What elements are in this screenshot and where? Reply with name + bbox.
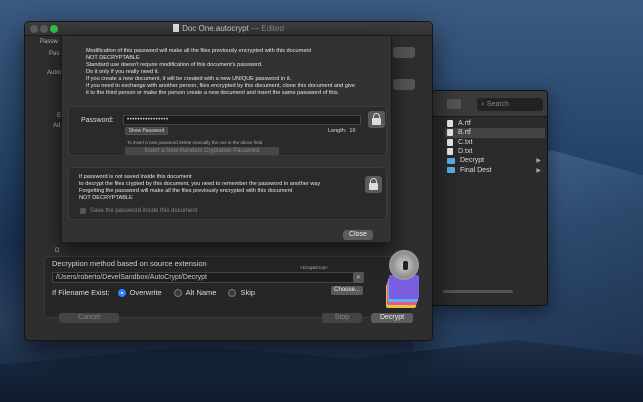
warning-line: NOT DECRYPTABLE xyxy=(79,195,133,201)
file-icon xyxy=(447,148,453,156)
app-icon-lock xyxy=(389,250,419,280)
length-value: 16 xyxy=(349,128,356,134)
finder-window[interactable]: ⌕ Search A.rtf B.rtf C.txt D.txt Decrypt… xyxy=(432,90,548,306)
titlebar[interactable]: Doc One.autocrypt — Edited xyxy=(25,22,432,36)
window-title-text: Doc One.autocrypt xyxy=(182,24,249,33)
if-exist-row: If Filename Exist: Overwrite Alt Name Sk… xyxy=(52,288,255,297)
folder-icon xyxy=(447,157,455,164)
destination-path-field[interactable]: /Users/roberto/DevelSandbox/AutoCrypt/De… xyxy=(52,272,355,283)
folder-icon xyxy=(447,167,455,174)
length-label: Length: xyxy=(328,128,347,134)
info-line: If you need to exchange with another per… xyxy=(86,83,355,89)
finder-item-label: Decrypt xyxy=(460,157,485,165)
edited-label: — Edited xyxy=(251,24,284,33)
password-info-text: Modification of this password will make … xyxy=(74,40,385,106)
finder-item[interactable]: D.txt xyxy=(445,147,545,156)
warning-line: to decrypt the files crypted by this doc… xyxy=(79,181,321,187)
save-password-row[interactable]: Save the password inside this document xyxy=(80,208,197,214)
password-label: Password: xyxy=(81,117,114,124)
finder-view-button[interactable] xyxy=(447,99,461,109)
finder-item-label: C.txt xyxy=(458,138,473,146)
finder-item-label: Final Dest xyxy=(460,166,492,174)
password-field[interactable]: •••••••••••••••• xyxy=(123,115,361,125)
radio-alt-name[interactable] xyxy=(173,288,182,297)
finder-scrollbar[interactable] xyxy=(443,290,513,293)
finder-item-label: D.txt xyxy=(458,148,473,156)
warning-line: Forgetting the password will make all th… xyxy=(79,188,293,194)
chevron-right-icon: ▶ xyxy=(536,158,541,165)
radio-skip-label[interactable]: Skip xyxy=(240,288,255,297)
file-icon xyxy=(447,129,453,137)
finder-file-list: A.rtf B.rtf C.txt D.txt Decrypt ▶ Final D… xyxy=(445,119,545,175)
finder-search-placeholder: Search xyxy=(486,101,510,108)
chevron-right-icon: ▶ xyxy=(536,167,541,174)
info-line: it to the third person or make the perso… xyxy=(86,90,340,96)
info-line: Modification of this password will make … xyxy=(86,48,312,54)
close-button[interactable]: Close xyxy=(343,230,373,240)
password-sheet: Modification of this password will make … xyxy=(61,36,392,243)
decrypt-section-title: Decryption method based on source extens… xyxy=(52,259,207,268)
password-box: Password: •••••••••••••••• Show Password… xyxy=(68,106,387,156)
lock-icon[interactable] xyxy=(365,176,382,193)
file-icon xyxy=(447,138,453,146)
bg-button[interactable] xyxy=(393,47,415,58)
password-hint: To insert a new password delete manually… xyxy=(127,140,263,145)
finder-item[interactable]: B.rtf xyxy=(445,128,545,138)
finder-search-field[interactable]: ⌕ Search xyxy=(477,98,543,111)
finder-item[interactable]: Decrypt ▶ xyxy=(445,156,545,165)
info-line: NOT DECRYPTABLE xyxy=(86,55,140,61)
finder-item-label: A.rtf xyxy=(458,120,471,128)
finder-item-label: B.rtf xyxy=(458,129,471,137)
save-password-checkbox[interactable] xyxy=(80,208,86,214)
generate-password-button[interactable]: Insert a New Random Cryptation Password xyxy=(125,147,279,155)
window-title: Doc One.autocrypt — Edited xyxy=(25,24,432,33)
desktop-dune-bottom xyxy=(0,340,643,402)
doc-icon xyxy=(173,24,180,32)
decrypt-button[interactable]: Decrypt xyxy=(371,313,413,323)
radio-overwrite[interactable] xyxy=(117,288,126,297)
radio-alt-name-label[interactable]: Alt Name xyxy=(186,288,217,297)
stop-button[interactable]: Stop xyxy=(322,313,362,323)
finder-item[interactable]: A.rtf xyxy=(445,119,545,128)
bg-add-label: Ad xyxy=(53,123,61,129)
search-icon[interactable]: ⌕ xyxy=(353,272,364,283)
info-line: If you create a new document, it will be… xyxy=(86,76,292,82)
if-exist-label: If Filename Exist: xyxy=(52,288,110,297)
bg-decrypt-section: D xyxy=(55,248,60,254)
finder-toolbar: ⌕ Search xyxy=(433,91,547,117)
choose-button[interactable]: Choose... xyxy=(331,286,363,295)
radio-overwrite-label[interactable]: Overwrite xyxy=(130,288,162,297)
radio-skip[interactable] xyxy=(228,288,237,297)
info-line: Do it only if you really need it. xyxy=(86,69,160,75)
finder-item[interactable]: Final Dest ▶ xyxy=(445,165,545,174)
info-line: Standard use doesn't require modificatio… xyxy=(86,62,263,68)
cancel-button[interactable]: Cancel xyxy=(59,313,119,323)
save-password-label: Save the password inside this document xyxy=(90,208,198,214)
finder-item[interactable]: C.txt xyxy=(445,138,545,147)
bg-button[interactable] xyxy=(393,79,415,90)
file-icon xyxy=(447,120,453,128)
warning-line: If password is not saved inside this doc… xyxy=(79,174,192,180)
password-length: Length: 16 xyxy=(328,128,356,134)
app-lock-icon xyxy=(382,250,424,310)
keyhole-icon xyxy=(403,261,408,270)
bg-pas-label: Pas xyxy=(49,51,60,57)
drag-drop-hint: <Drag&Drop> xyxy=(300,265,328,270)
show-password-button[interactable]: Show Password xyxy=(125,127,168,135)
lock-icon[interactable] xyxy=(368,111,385,128)
bg-password-label: Passw xyxy=(40,39,58,45)
